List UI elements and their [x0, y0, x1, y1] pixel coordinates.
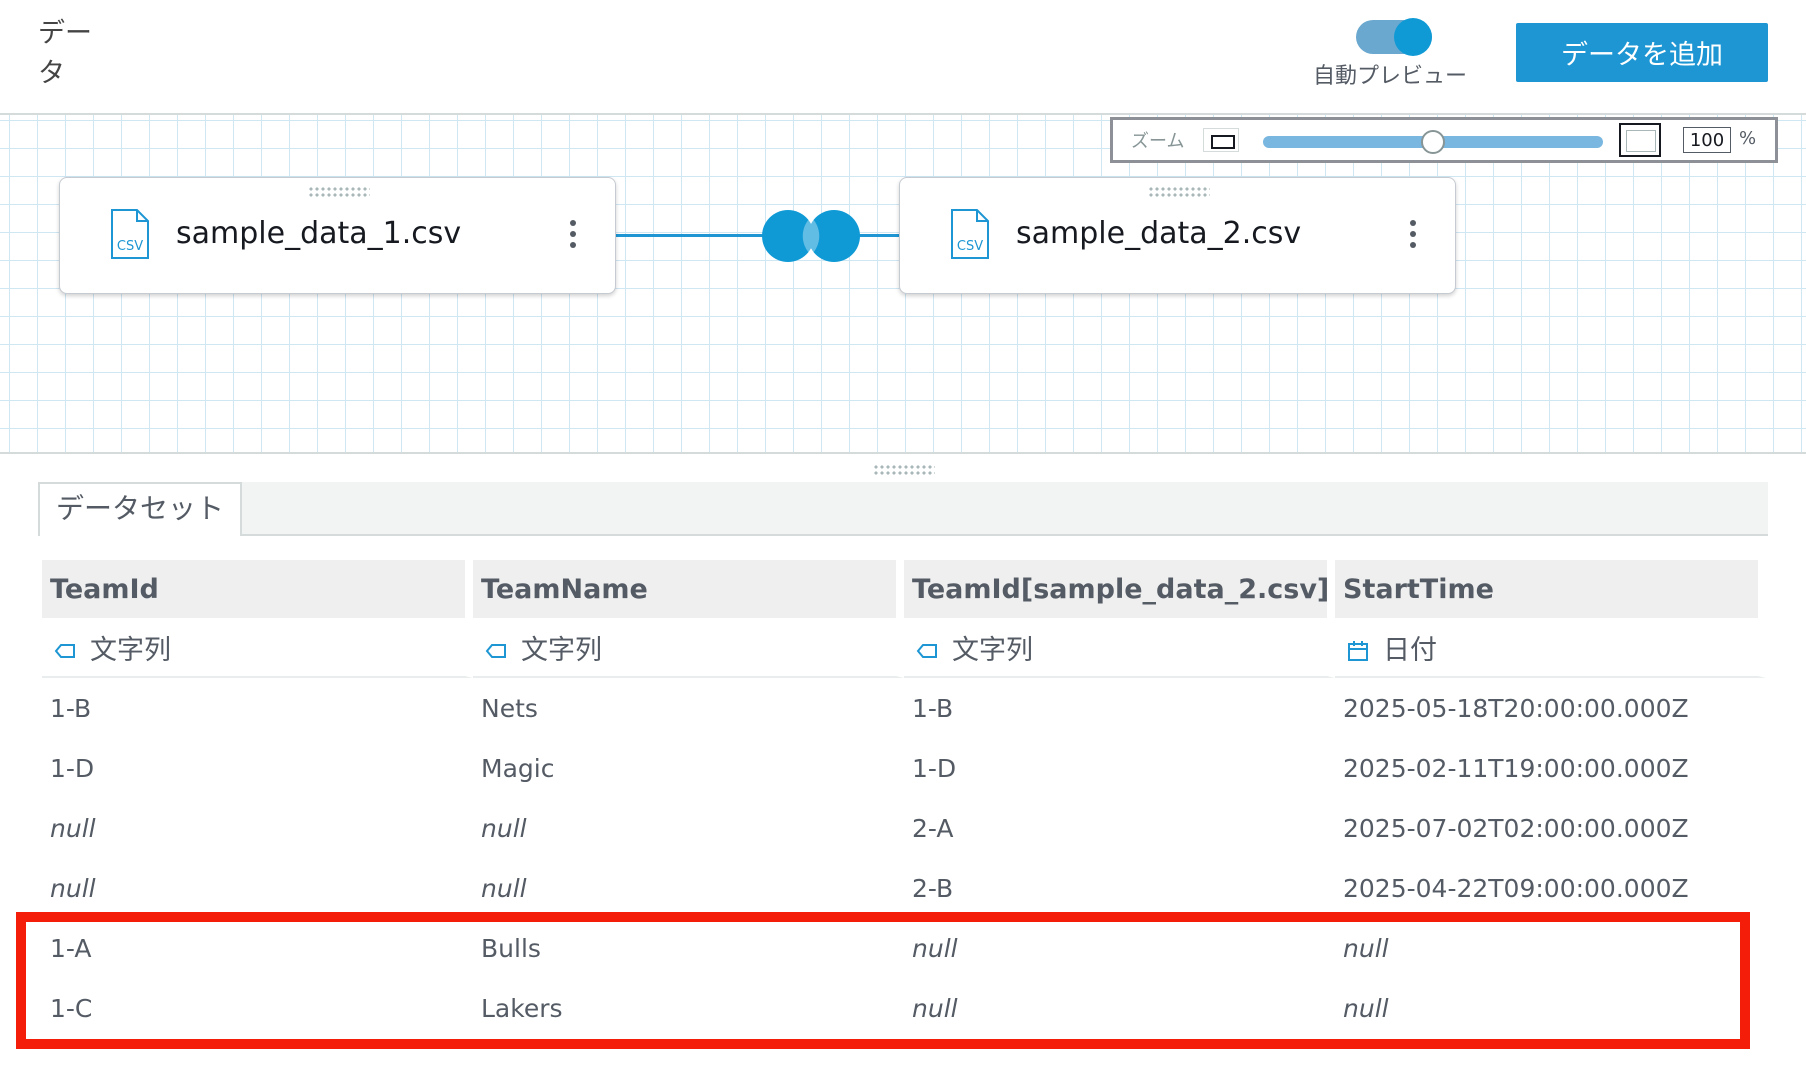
tab-dataset[interactable]: データセット [38, 482, 242, 536]
data-prep-canvas[interactable]: ズーム % CSV sample_data_1.csv CSV [0, 113, 1806, 454]
table-cell: 2-A [904, 798, 1335, 858]
zoom-slider-thumb[interactable] [1421, 130, 1445, 154]
string-tag-icon [485, 644, 506, 658]
join-icon[interactable] [761, 209, 861, 263]
panel-resize-handle[interactable] [873, 464, 935, 476]
dataset-node-2[interactable]: CSV sample_data_2.csv [899, 177, 1456, 294]
column-type-cell: 文字列 [904, 618, 1335, 678]
string-tag-icon [916, 644, 937, 658]
table-cell: 2025-07-02T02:00:00.000Z [1335, 798, 1766, 858]
table-cell: 1-B [42, 678, 473, 738]
table-cell: Magic [473, 738, 904, 798]
table-cell: 1-C [42, 978, 473, 1038]
zoom-value-input[interactable] [1683, 127, 1731, 153]
dataset-node-1[interactable]: CSV sample_data_1.csv [59, 177, 616, 294]
table-cell: 1-D [904, 738, 1335, 798]
panel-tab-strip: データセット [38, 482, 1768, 536]
column-header[interactable]: TeamId [42, 560, 473, 618]
auto-preview-toggle[interactable] [1356, 18, 1432, 56]
column-type-cell: 文字列 [42, 618, 473, 678]
table-cell: 1-A [42, 918, 473, 978]
dataset-preview-table: TeamId TeamName TeamId[sample_data_2.csv… [42, 560, 1766, 1038]
table-row: 1-A Bulls null null [42, 918, 1766, 978]
connector-line-right [856, 234, 900, 237]
csv-file-icon: CSV [951, 209, 989, 259]
table-cell: Lakers [473, 978, 904, 1038]
table-cell: 1-D [42, 738, 473, 798]
table-cell: null [904, 978, 1335, 1038]
csv-file-icon: CSV [111, 209, 149, 259]
table-cell: 2-B [904, 858, 1335, 918]
table-cell: 1-B [904, 678, 1335, 738]
column-type-label: 文字列 [521, 634, 602, 666]
zoom-in-icon[interactable] [1619, 123, 1661, 157]
string-tag-icon [54, 644, 75, 658]
table-cell: null [42, 798, 473, 858]
table-row: 1-B Nets 1-B 2025-05-18T20:00:00.000Z [42, 678, 1766, 738]
zoom-unit: % [1739, 128, 1757, 149]
column-header[interactable]: TeamId[sample_data_2.csv] [904, 560, 1335, 618]
table-cell: null [473, 798, 904, 858]
table-cell: null [42, 858, 473, 918]
connector-line-left [616, 234, 766, 237]
drag-handle-icon[interactable] [308, 186, 370, 198]
table-cell: null [1335, 918, 1766, 978]
drag-handle-icon[interactable] [1148, 186, 1210, 198]
table-cell: Bulls [473, 918, 904, 978]
column-header[interactable]: TeamName [473, 560, 904, 618]
column-type-label: 日付 [1383, 634, 1437, 666]
column-header[interactable]: StartTime [1335, 560, 1766, 618]
column-type-cell: 文字列 [473, 618, 904, 678]
node-label: sample_data_2.csv [1016, 216, 1302, 251]
table-row: 1-C Lakers null null [42, 978, 1766, 1038]
table-header-row: TeamId TeamName TeamId[sample_data_2.csv… [42, 560, 1766, 618]
more-options-icon[interactable] [569, 220, 577, 250]
table-cell: null [904, 918, 1335, 978]
table-cell: 2025-05-18T20:00:00.000Z [1335, 678, 1766, 738]
table-row: 1-D Magic 1-D 2025-02-11T19:00:00.000Z [42, 738, 1766, 798]
column-type-label: 文字列 [90, 634, 171, 666]
header: データ 自動プレビュー データを追加 [0, 0, 1806, 114]
csv-icon-text: CSV [117, 239, 143, 254]
zoom-label: ズーム [1131, 131, 1185, 152]
table-cell: 2025-04-22T09:00:00.000Z [1335, 858, 1766, 918]
add-data-button[interactable]: データを追加 [1516, 23, 1768, 82]
csv-icon-text: CSV [957, 239, 983, 254]
table-row: null null 2-A 2025-07-02T02:00:00.000Z [42, 798, 1766, 858]
calendar-icon [1348, 641, 1368, 661]
zoom-control: ズーム % [1110, 117, 1778, 163]
page-title: データ [38, 18, 92, 89]
column-type-row: 文字列 文字列 文字列 日付 [42, 618, 1766, 678]
column-type-label: 文字列 [952, 634, 1033, 666]
table-cell: Nets [473, 678, 904, 738]
toggle-knob [1394, 18, 1432, 56]
table-cell: null [1335, 978, 1766, 1038]
table-row: null null 2-B 2025-04-22T09:00:00.000Z [42, 858, 1766, 918]
auto-preview-label: 自動プレビュー [1312, 64, 1467, 89]
table-cell: 2025-02-11T19:00:00.000Z [1335, 738, 1766, 798]
more-options-icon[interactable] [1409, 220, 1417, 250]
table-cell: null [473, 858, 904, 918]
node-label: sample_data_1.csv [176, 216, 462, 251]
column-type-cell: 日付 [1335, 618, 1766, 678]
auto-preview: 自動プレビュー [1300, 18, 1480, 90]
zoom-out-icon[interactable] [1203, 128, 1239, 152]
zoom-slider[interactable] [1263, 130, 1603, 154]
